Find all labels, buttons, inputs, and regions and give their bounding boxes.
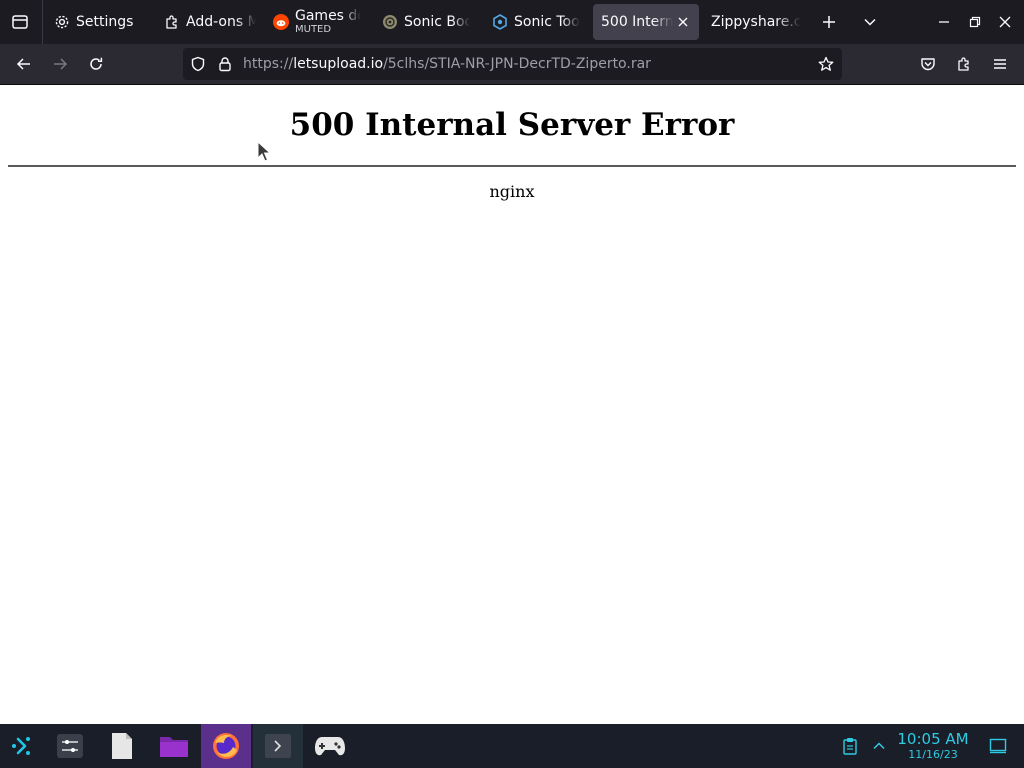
tray-expand-button[interactable]: [868, 724, 890, 768]
gamepad-icon: [315, 737, 345, 756]
tab-label: Settings: [76, 14, 134, 30]
tab-sonic-boom[interactable]: Sonic Boom: [382, 0, 472, 44]
firefox-icon: [213, 733, 239, 759]
url-scheme: https://: [243, 56, 294, 72]
tab-label: Games do: [295, 8, 361, 24]
launcher-icon: [12, 737, 30, 755]
clock-time: 10:05 AM: [897, 730, 969, 748]
minimize-button[interactable]: [930, 8, 958, 36]
restore-icon: [969, 16, 981, 28]
pocket-button[interactable]: [914, 44, 942, 84]
minimize-icon: [939, 21, 949, 23]
list-all-tabs-button[interactable]: [856, 8, 884, 36]
tab-label: Sonic Boom: [404, 14, 470, 30]
url-path: /5clhs/STIA-NR-JPN-DecrTD-Ziperto.rar: [383, 56, 651, 72]
mouse-cursor-icon: [257, 141, 271, 162]
tab-sonic-tools[interactable]: Sonic Tools: [492, 0, 584, 44]
taskbar-system-settings[interactable]: [52, 724, 88, 768]
reload-icon: [90, 57, 103, 70]
taskbar: 10:05 AM 11/16/23: [0, 724, 1024, 768]
hexagon-icon: [493, 14, 507, 30]
close-icon: [678, 17, 688, 27]
tab-label: Add-ons Manager: [186, 14, 256, 30]
divider: [8, 165, 1016, 167]
taskbar-terminal[interactable]: [253, 724, 303, 768]
gear-icon: [55, 15, 69, 29]
folder-icon: [160, 737, 188, 757]
tab-muted-label: MUTED: [295, 24, 332, 36]
tab-strip: Settings Add-ons Manager Games do MUTED …: [0, 0, 1024, 44]
tab-500-error[interactable]: 500 Internal: [593, 4, 699, 40]
digital-clock[interactable]: 10:05 AM 11/16/23: [896, 724, 970, 768]
tab-label: 500 Internal: [601, 14, 673, 30]
extensions-button[interactable]: [950, 44, 978, 84]
puzzle-icon: [166, 15, 177, 29]
tab-add-ons[interactable]: Add-ons Manager: [164, 0, 256, 44]
reddit-icon: [273, 14, 289, 30]
site-icon: [383, 15, 397, 29]
close-icon: [999, 16, 1011, 28]
app-launcher-button[interactable]: [6, 724, 38, 768]
show-desktop-button[interactable]: [986, 724, 1010, 768]
tab-label: Zippyshare.com: [711, 14, 801, 30]
tab-separator: [42, 0, 43, 44]
settings-app-icon: [57, 734, 83, 758]
bookmark-star-icon[interactable]: [817, 55, 835, 73]
tracking-protection-icon[interactable]: [189, 55, 207, 73]
taskbar-text-editor[interactable]: [104, 724, 140, 768]
lock-icon[interactable]: [216, 55, 234, 73]
taskbar-file-manager[interactable]: [156, 724, 192, 768]
restore-button[interactable]: [961, 8, 989, 36]
navigation-toolbar: https://letsupload.io/5clhs/STIA-NR-JPN-…: [0, 44, 1024, 85]
tab-settings[interactable]: Settings: [54, 0, 154, 44]
plus-icon: [823, 16, 835, 28]
pocket-icon: [921, 58, 935, 71]
page-content: 500 Internal Server Error nginx: [0, 85, 1024, 724]
firefox-view-icon: [12, 15, 28, 29]
app-menu-button[interactable]: [986, 44, 1014, 84]
reload-button[interactable]: [82, 44, 110, 84]
tab-text-group: Games do MUTED: [295, 9, 361, 35]
tab-label: Sonic Tools: [514, 14, 580, 30]
back-button[interactable]: [10, 44, 38, 84]
document-icon: [112, 733, 132, 759]
taskbar-firefox[interactable]: [201, 724, 251, 768]
arrow-right-icon: [54, 58, 68, 70]
close-window-button[interactable]: [991, 8, 1019, 36]
desktop-icon: [989, 738, 1007, 754]
chevron-up-icon: [873, 742, 885, 750]
new-tab-button[interactable]: [815, 8, 843, 36]
chevron-down-icon: [864, 18, 876, 26]
url-host: letsupload.io: [293, 56, 384, 72]
clock-date: 11/16/23: [908, 748, 958, 761]
puzzle-icon: [958, 57, 969, 71]
firefox-view-button[interactable]: [6, 8, 34, 36]
terminal-icon: [265, 734, 291, 758]
close-tab-button[interactable]: [675, 14, 691, 30]
forward-button[interactable]: [46, 44, 74, 84]
server-signature: nginx: [489, 182, 535, 201]
taskbar-game-app[interactable]: [310, 724, 350, 768]
tab-games[interactable]: Games do MUTED: [273, 0, 368, 44]
error-heading: 500 Internal Server Error: [289, 107, 735, 143]
clipboard-icon: [843, 738, 857, 755]
url-text[interactable]: https://letsupload.io/5clhs/STIA-NR-JPN-…: [243, 48, 651, 80]
url-bar[interactable]: https://letsupload.io/5clhs/STIA-NR-JPN-…: [183, 48, 842, 80]
tab-zippyshare[interactable]: Zippyshare.com: [711, 0, 801, 44]
clipboard-tray-button[interactable]: [838, 724, 862, 768]
hamburger-menu-icon: [994, 59, 1006, 69]
arrow-left-icon: [16, 58, 30, 70]
